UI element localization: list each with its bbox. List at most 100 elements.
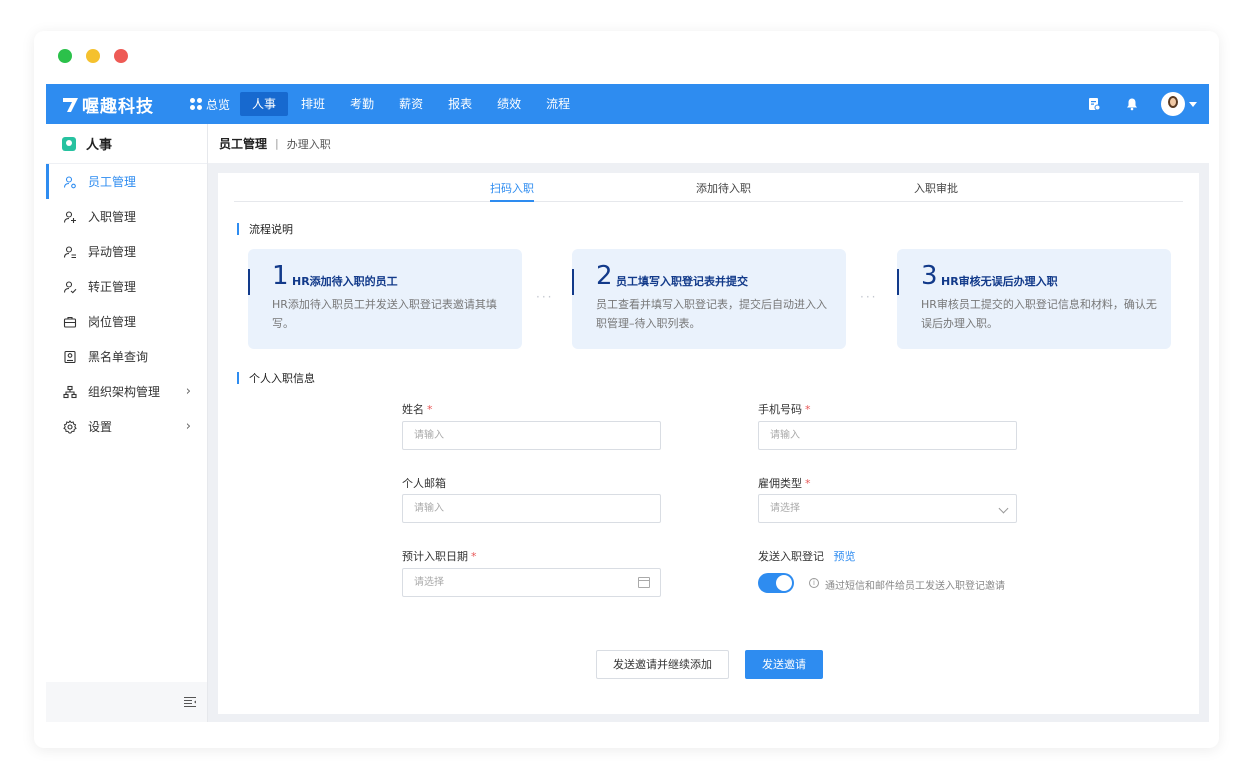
sidebar-item-org-structure[interactable]: 组织架构管理 › xyxy=(46,374,207,409)
nav-item-hr[interactable]: 人事 xyxy=(240,92,289,116)
preview-link[interactable]: 预览 xyxy=(834,550,856,563)
step-number: 2 xyxy=(596,261,613,291)
calendar-icon xyxy=(638,577,650,588)
grid-icon xyxy=(190,98,202,110)
window-dot-green-button[interactable] xyxy=(58,49,72,63)
breadcrumb-separator: | xyxy=(275,137,279,150)
avatar-face-icon xyxy=(1168,96,1178,108)
tab-scan-onboard[interactable]: 扫码入职 xyxy=(490,180,534,196)
main-content: 扫码入职 添加待入职 入职审批 流程说明 1 HR添加待入职的员工 HR添加待入… xyxy=(218,173,1199,714)
form-section-title: 个人入职信息 xyxy=(237,370,315,386)
nav-item-schedule[interactable]: 排班 xyxy=(289,92,337,116)
bell-icon[interactable] xyxy=(1125,97,1139,111)
breadcrumb: 员工管理 | 办理入职 xyxy=(208,124,1209,164)
app-frame: 喔趣科技 总览 人事 排班 考勤 薪资 报表 绩效 流程 人事 员工管理 入职管… xyxy=(46,84,1209,722)
step-description: HR审核员工提交的入职登记信息和材料，确认无误后办理入职。 xyxy=(921,298,1157,330)
step-accent-bar xyxy=(572,269,574,295)
tab-onboard-approval[interactable]: 入职审批 xyxy=(914,180,958,196)
send-registration-label: 发送入职登记 预览 xyxy=(758,550,856,563)
sidebar-item-transfer[interactable]: 异动管理 xyxy=(46,234,207,269)
sidebar: 人事 员工管理 入职管理 异动管理 转正管理 岗位管理 黑名单查询 组织架构管理… xyxy=(46,124,208,722)
brand-name: 喔趣科技 xyxy=(82,96,154,117)
entry-date-picker[interactable]: 请选择 xyxy=(402,568,661,597)
tab-add-pending[interactable]: 添加待入职 xyxy=(696,180,751,196)
gear-icon xyxy=(63,419,77,433)
employment-type-placeholder: 请选择 xyxy=(770,503,800,514)
collapse-menu-icon[interactable] xyxy=(183,696,197,708)
chevron-right-icon: › xyxy=(185,419,191,434)
avatar[interactable] xyxy=(1161,92,1185,116)
sidebar-item-label: 黑名单查询 xyxy=(88,350,149,364)
window-dot-yellow-button[interactable] xyxy=(86,49,100,63)
sidebar-item-label: 员工管理 xyxy=(88,175,137,189)
sidebar-footer xyxy=(46,682,207,722)
send-registration-toggle[interactable] xyxy=(758,573,794,593)
sidebar-header-label: 人事 xyxy=(86,138,113,153)
nav-item-performance[interactable]: 绩效 xyxy=(485,92,533,116)
process-step-1: 1 HR添加待入职的员工 HR添加待入职员工并发送入职登记表邀请其填写。 xyxy=(248,249,522,349)
breadcrumb-parent[interactable]: 员工管理 xyxy=(219,135,267,152)
step-description: 员工查看并填写入职登记表，提交后自动进入入职管理–待入职列表。 xyxy=(596,298,827,330)
step-number: 1 xyxy=(272,261,289,291)
step-title: 员工填写入职登记表并提交 xyxy=(616,275,748,288)
nav-item-reports[interactable]: 报表 xyxy=(436,92,484,116)
chevron-down-icon[interactable] xyxy=(1189,101,1197,107)
send-invite-and-continue-button[interactable]: 发送邀请并继续添加 xyxy=(596,650,729,679)
topbar-actions xyxy=(1063,92,1197,116)
brand-logo[interactable]: 喔趣科技 xyxy=(62,92,186,117)
step-title: HR审核无误后办理入职 xyxy=(941,275,1058,288)
process-title-text: 流程说明 xyxy=(249,223,293,236)
process-section-title: 流程说明 xyxy=(237,221,293,237)
sidebar-item-positions[interactable]: 岗位管理 xyxy=(46,304,207,339)
sidebar-header: 人事 xyxy=(46,124,207,164)
step-title: HR添加待入职的员工 xyxy=(292,275,398,288)
top-nav-bar: 喔趣科技 总览 人事 排班 考勤 薪资 报表 绩效 流程 xyxy=(46,84,1209,124)
briefcase-icon xyxy=(63,316,77,328)
overview-menu[interactable]: 总览 xyxy=(190,96,230,113)
sidebar-item-settings[interactable]: 设置 › xyxy=(46,409,207,444)
sidebar-item-label: 组织架构管理 xyxy=(88,385,161,399)
entry-date-label: 预计入职日期 * xyxy=(402,550,477,563)
step-accent-bar xyxy=(248,269,250,295)
user-check-icon xyxy=(63,280,77,293)
nav-item-attendance[interactable]: 考勤 xyxy=(338,92,386,116)
employment-type-label: 雇佣类型 * xyxy=(758,477,811,490)
window-controls xyxy=(58,49,128,63)
sidebar-item-onboarding[interactable]: 入职管理 xyxy=(46,199,207,234)
step-description: HR添加待入职员工并发送入职登记表邀请其填写。 xyxy=(272,298,497,330)
sidebar-item-employee-management[interactable]: 员工管理 xyxy=(46,164,207,199)
entry-date-placeholder: 请选择 xyxy=(414,577,444,588)
step-number: 3 xyxy=(921,261,938,291)
sidebar-item-label: 入职管理 xyxy=(88,210,137,224)
breadcrumb-current: 办理入职 xyxy=(286,137,331,151)
sidebar-item-blacklist[interactable]: 黑名单查询 xyxy=(46,339,207,374)
name-input[interactable]: 请输入 xyxy=(402,421,661,450)
email-input[interactable]: 请输入 xyxy=(402,494,661,523)
nav-item-workflow[interactable]: 流程 xyxy=(534,92,582,116)
step-connector: ··· xyxy=(536,290,554,304)
sidebar-item-label: 转正管理 xyxy=(88,280,137,294)
process-step-2: 2 员工填写入职登记表并提交 员工查看并填写入职登记表，提交后自动进入入职管理–… xyxy=(572,249,846,349)
name-label: 姓名 * xyxy=(402,403,433,416)
logo-mark-icon xyxy=(63,97,78,112)
chevron-right-icon: › xyxy=(185,384,191,399)
send-invite-button[interactable]: 发送邀请 xyxy=(745,650,823,679)
window-dot-red-button[interactable] xyxy=(114,49,128,63)
chevron-down-icon xyxy=(998,503,1009,514)
app-window: 喔趣科技 总览 人事 排班 考勤 薪资 报表 绩效 流程 人事 员工管理 入职管… xyxy=(34,31,1219,748)
sidebar-item-label: 异动管理 xyxy=(88,245,137,259)
employment-type-select[interactable]: 请选择 xyxy=(758,494,1017,523)
email-label: 个人邮箱 xyxy=(402,477,446,490)
user-change-icon xyxy=(63,245,76,258)
phone-input[interactable]: 请输入 xyxy=(758,421,1017,450)
active-tab-indicator xyxy=(490,200,534,202)
sidebar-item-label: 岗位管理 xyxy=(88,315,137,329)
info-icon: i xyxy=(809,578,819,588)
overview-label: 总览 xyxy=(206,97,231,112)
document-icon[interactable] xyxy=(1087,97,1101,111)
process-step-3: 3 HR审核无误后办理入职 HR审核员工提交的入职登记信息和材料，确认无误后办理… xyxy=(897,249,1171,349)
sidebar-item-regularization[interactable]: 转正管理 xyxy=(46,269,207,304)
form-title-text: 个人入职信息 xyxy=(249,372,315,385)
nav-item-payroll[interactable]: 薪资 xyxy=(387,92,435,116)
blacklist-icon xyxy=(64,350,76,363)
